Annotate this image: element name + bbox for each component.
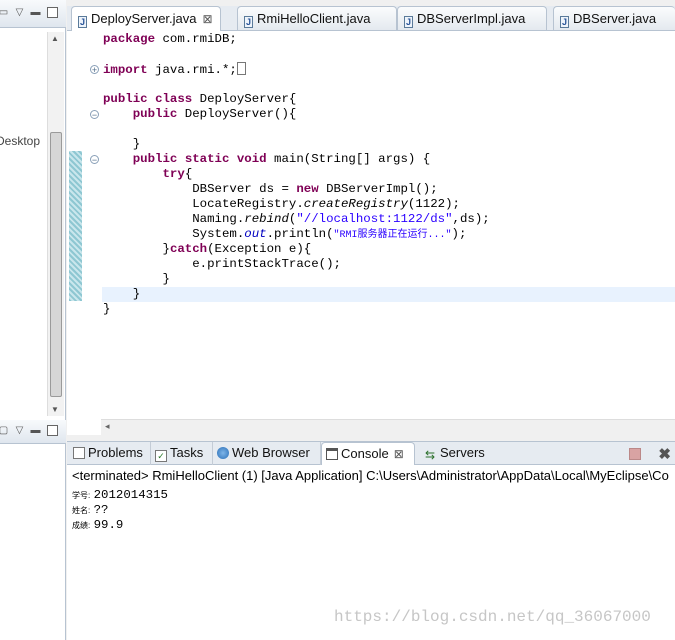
minimize-icon[interactable]: ▭ [0, 7, 9, 18]
quick-diff-bar [69, 151, 82, 301]
problems-icon [73, 447, 85, 459]
tab-problems[interactable]: Problems [69, 442, 151, 465]
code-line: LocateRegistry.createRegistry(1122); [192, 197, 460, 211]
tab-label: DBServerImpl.java [417, 11, 526, 26]
code-line: Naming.rebind("//localhost:1122/ds",ds); [192, 212, 490, 226]
restore-icon[interactable]: ▢ [0, 425, 9, 436]
left-pane: ▭ ▽ ▬ Desktop ▲ ▼ ▢ ▽ ▬ [0, 0, 66, 640]
code-line: e.printStackTrace(); [192, 257, 341, 271]
maximize-view-icon[interactable] [47, 7, 58, 18]
current-code-line: } [102, 287, 675, 302]
tab-label: Web Browser [232, 445, 310, 460]
output-line: 姓名: ?? [72, 503, 109, 517]
view-menu-icon[interactable]: ▽ [14, 7, 25, 18]
scroll-down-icon[interactable]: ▼ [51, 405, 59, 414]
code-line: import java.rmi.*; [103, 62, 246, 77]
tab-label: Servers [440, 445, 485, 460]
tab-deployserver[interactable]: J DeployServer.java ⊠ [71, 6, 221, 31]
collapse-fold-icon[interactable]: − [90, 155, 99, 165]
tab-label: Tasks [170, 445, 204, 460]
expand-fold-icon[interactable]: + [90, 65, 99, 75]
code-line: try{ [162, 167, 193, 181]
watermark: https://blog.csdn.net/qq_36067000 [334, 608, 651, 626]
tab-rmihelloclient[interactable]: J RmiHelloClient.java [237, 6, 397, 30]
globe-icon [217, 447, 229, 459]
tab-label: RmiHelloClient.java [257, 11, 371, 26]
code-line: public DeployServer(){ [132, 107, 297, 121]
console-status-line: <terminated> RmiHelloClient (1) [Java Ap… [67, 465, 675, 487]
tab-servers[interactable]: ⇆ Servers [421, 442, 505, 465]
remove-launch-icon[interactable]: ✖ [658, 446, 671, 463]
code-area[interactable]: package com.rmiDB; import java.rmi.*; pu… [102, 31, 675, 419]
tab-tasks[interactable]: ✓ Tasks [151, 442, 213, 465]
code-line: } [162, 272, 170, 286]
console-tab-bar: Problems ✓ Tasks Web Browser Console ⊠ ⇆ Se… [67, 441, 675, 465]
left-top-toolbar: ▭ ▽ ▬ [0, 0, 66, 28]
console-actions: ✖ [629, 445, 671, 463]
output-line: 成绩: 99.9 [72, 518, 124, 532]
code-line: package com.rmiDB; [103, 32, 237, 46]
scroll-up-icon[interactable]: ▲ [51, 34, 59, 43]
terminate-icon[interactable] [629, 448, 642, 460]
output-line: 学号: 2012014315 [72, 488, 168, 502]
overview-ruler [67, 31, 83, 419]
close-icon[interactable]: ⊠ [394, 447, 404, 461]
tab-dbserver[interactable]: J DBServer.java [553, 6, 675, 30]
tab-label: DBServer.java [573, 11, 657, 26]
editor-tab-bar: J DeployServer.java ⊠ J RmiHelloClient.java… [67, 6, 675, 31]
desktop-label: Desktop [0, 134, 41, 148]
scroll-left-icon[interactable]: ◂ [105, 421, 110, 432]
code-line: }catch(Exception e){ [162, 242, 312, 256]
maximize-view-icon[interactable] [47, 425, 58, 436]
folding-gutter: + − − [83, 31, 101, 419]
tab-dbserverimpl[interactable]: J DBServerImpl.java [397, 6, 547, 30]
left-vertical-scrollbar[interactable]: ▲ ▼ [47, 32, 64, 416]
code-line: } [132, 137, 141, 151]
code-line: public class DeployServer{ [103, 92, 297, 106]
code-line: DBServer ds = new DBServerImpl(); [192, 182, 438, 196]
code-line: } [103, 302, 111, 316]
left-bottom-toolbar: ▢ ▽ ▬ [0, 420, 66, 444]
console-icon [326, 448, 338, 460]
close-icon[interactable]: ⊠ [203, 12, 213, 26]
tab-label: DeployServer.java [91, 11, 197, 26]
folded-marker-icon[interactable] [236, 62, 246, 75]
tasks-icon: ✓ [155, 450, 167, 462]
tab-label: Console [341, 446, 389, 461]
editor-horizontal-scrollbar[interactable]: ◂ [101, 419, 675, 435]
code-line: public static void main(String[] args) { [132, 152, 431, 166]
java-file-icon: J [244, 16, 253, 28]
java-file-icon: J [404, 16, 413, 28]
tab-web-browser[interactable]: Web Browser [213, 442, 321, 465]
view-menu-icon[interactable]: ▽ [14, 425, 25, 436]
tab-label: Problems [88, 445, 143, 460]
minimize-view-icon[interactable]: ▬ [30, 425, 41, 436]
servers-icon: ⇆ [425, 448, 436, 462]
java-file-icon: J [560, 16, 569, 28]
tab-console[interactable]: Console ⊠ [321, 442, 415, 465]
code-line: System.out.println("RMI服务器正在运行..."); [192, 227, 467, 241]
minimize-view-icon[interactable]: ▬ [30, 7, 41, 18]
code-editor[interactable]: + − − package com.rmiDB; import java.rmi… [67, 31, 675, 435]
java-file-icon: J [78, 16, 87, 28]
scrollbar-thumb[interactable] [50, 132, 62, 397]
collapse-fold-icon[interactable]: − [90, 110, 99, 120]
